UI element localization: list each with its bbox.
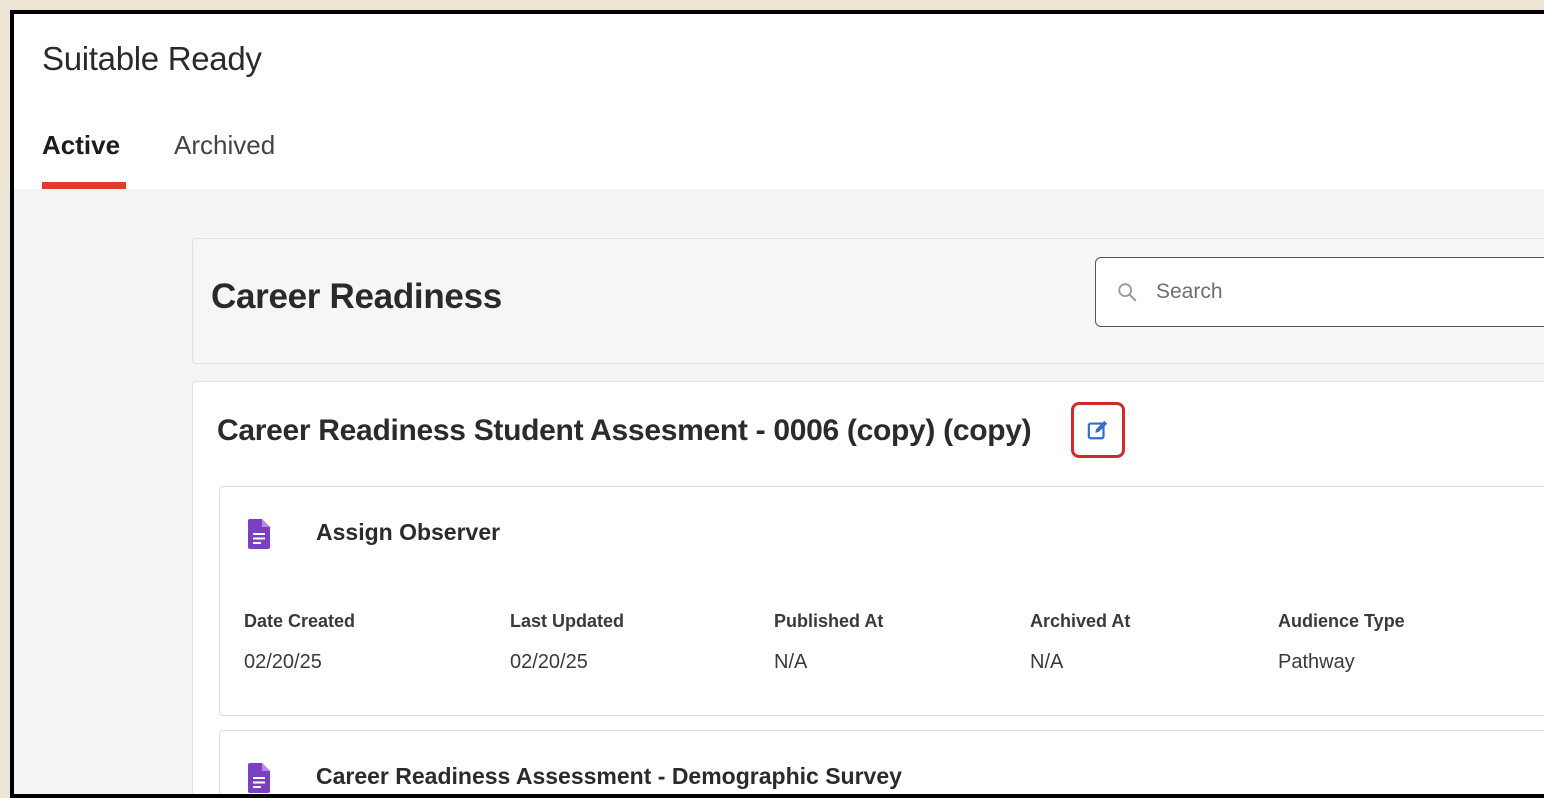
survey-card[interactable]: Assign Observer Date Created 02/20/25 La… [219,486,1544,716]
published-at-label: Published At [774,611,884,631]
search-box[interactable] [1095,257,1544,327]
search-input[interactable] [1156,274,1544,310]
audience-type-value: Pathway [1278,651,1355,673]
archived-at-value: N/A [1030,651,1064,673]
date-created-label: Date Created [244,611,356,631]
search-icon [1118,283,1137,302]
survey-title: Assign Observer [316,519,501,545]
edit-title-button[interactable] [1071,402,1125,458]
app-viewport: Suitable Ready Active Archived Career Re… [14,14,1544,794]
section-header-card: Career Readiness [192,238,1544,364]
document-icon [248,519,270,549]
assessment-title: Career Readiness Student Assesment - 000… [217,414,1032,447]
published-at-value: N/A [774,651,808,673]
top-bar: Suitable Ready Active Archived [14,14,1544,189]
audience-type-label: Audience Type [1278,611,1405,631]
last-updated-label: Last Updated [510,611,625,631]
screenshot-border-left [0,0,10,798]
document-icon [248,763,270,793]
section-title: Career Readiness [211,277,502,316]
assessment-card: Career Readiness Student Assesment - 000… [192,381,1544,794]
app-title: Suitable Ready [42,40,262,77]
tab-archived[interactable]: Archived [174,130,275,161]
last-updated-value: 02/20/25 [510,651,588,673]
active-tab-indicator [42,182,126,189]
archived-at-label: Archived At [1030,611,1131,631]
survey-title: Career Readiness Assessment - Demographi… [316,763,902,789]
date-created-value: 02/20/25 [244,651,322,673]
edit-icon [1087,420,1108,440]
survey-card[interactable]: Career Readiness Assessment - Demographi… [219,730,1544,794]
screenshot-border-top [0,0,1544,10]
tab-active[interactable]: Active [42,130,120,161]
